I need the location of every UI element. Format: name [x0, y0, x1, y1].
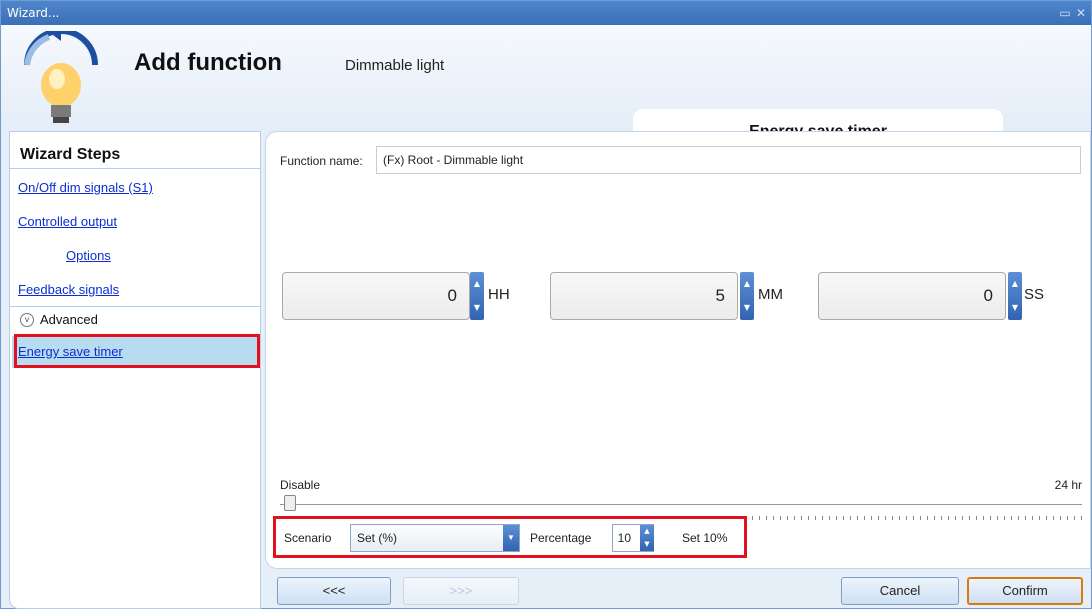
minutes-spinner[interactable]: ▲ ▼ [740, 272, 754, 320]
sidebar-item-onoff-dim-signals[interactable]: On/Off dim signals (S1) [18, 180, 153, 195]
advanced-toggle[interactable]: ˅ Advanced [20, 312, 98, 327]
next-button[interactable]: >>> [403, 577, 519, 605]
restore-icon[interactable]: ▭ [1059, 7, 1071, 19]
slider-track[interactable] [280, 504, 1082, 505]
slider-thumb[interactable] [284, 495, 296, 511]
page-subtitle: Dimmable light [345, 57, 445, 74]
bulb-icon [24, 31, 98, 123]
minutes-unit: MM [758, 286, 783, 303]
main-panel: Function name: (Fx) Root - Dimmable ligh… [265, 131, 1091, 569]
hours-input[interactable]: 0 [282, 272, 470, 320]
slider-min-label: Disable [280, 478, 321, 492]
close-icon[interactable]: ✕ [1075, 7, 1087, 19]
hours-unit: HH [488, 286, 510, 303]
spin-down-icon[interactable]: ▼ [1008, 296, 1022, 320]
hours-spinner[interactable]: ▲ ▼ [470, 272, 484, 320]
seconds-input[interactable]: 0 [818, 272, 1006, 320]
window-title: Wizard... [7, 6, 60, 20]
advanced-label: Advanced [40, 312, 98, 327]
highlight-box-sidebar [14, 334, 260, 368]
cancel-button[interactable]: Cancel [841, 577, 959, 605]
slider-ticks [752, 516, 1082, 520]
confirm-button[interactable]: Confirm [967, 577, 1083, 605]
function-name-label: Function name: [280, 154, 363, 168]
seconds-spinner[interactable]: ▲ ▼ [1008, 272, 1022, 320]
sidebar-item-controlled-output[interactable]: Controlled output [18, 214, 117, 229]
title-bar: Wizard... ▭ ✕ [1, 1, 1091, 25]
seconds-unit: SS [1024, 286, 1045, 303]
chevron-down-icon: ˅ [20, 312, 34, 327]
sidebar-item-feedback-signals[interactable]: Feedback signals [18, 282, 119, 297]
slider-max-label: 24 hr [1054, 478, 1082, 492]
sidebar-item-options[interactable]: Options [66, 248, 111, 263]
page-title: Add function [134, 49, 282, 76]
wizard-header: Add function Dimmable light Energy save … [1, 25, 1091, 155]
spin-up-icon[interactable]: ▲ [470, 272, 484, 296]
function-name-input[interactable]: (Fx) Root - Dimmable light [376, 146, 1081, 174]
spin-up-icon[interactable]: ▲ [1008, 272, 1022, 296]
minutes-input[interactable]: 5 [550, 272, 738, 320]
divider [10, 306, 260, 307]
back-button[interactable]: <<< [277, 577, 391, 605]
highlight-box-scenario [273, 516, 747, 558]
sidebar-heading: Wizard Steps [20, 146, 121, 163]
divider [10, 168, 260, 169]
spin-down-icon[interactable]: ▼ [470, 296, 484, 320]
spin-up-icon[interactable]: ▲ [740, 272, 754, 296]
wizard-window: Wizard... ▭ ✕ Add function Dimmable ligh… [0, 0, 1092, 609]
spin-down-icon[interactable]: ▼ [740, 296, 754, 320]
wizard-steps-sidebar: Wizard Steps On/Off dim signals (S1) Con… [9, 131, 261, 609]
